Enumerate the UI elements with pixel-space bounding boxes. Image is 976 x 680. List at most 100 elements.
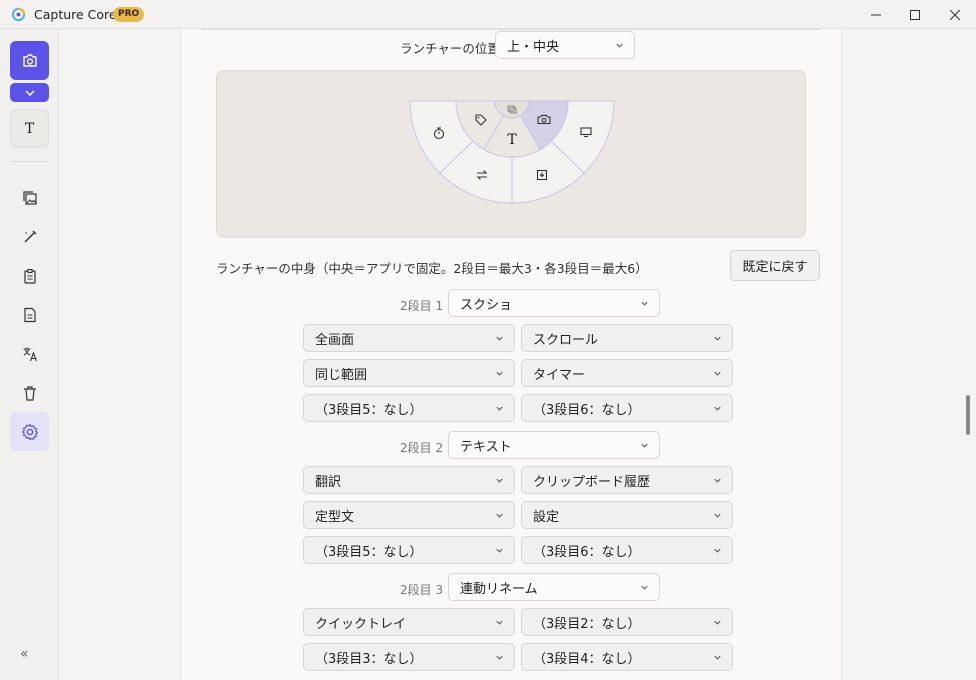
- group-1-sub-1-value: 全画面: [315, 332, 355, 348]
- minimize-button[interactable]: [856, 0, 896, 29]
- group-3-sub-2-value: （3段目2：なし）: [533, 616, 641, 632]
- scrollbar-thumb[interactable]: [966, 395, 970, 435]
- chevron-down-icon: [714, 336, 721, 341]
- maximize-icon: [910, 9, 920, 20]
- group-2-select[interactable]: テキスト: [448, 431, 660, 459]
- group-1-sub-3-select[interactable]: 同じ範囲: [303, 359, 515, 387]
- chevron-down-icon: [714, 655, 721, 660]
- group-1-sub-2-select[interactable]: スクロール: [521, 324, 733, 352]
- app-logo-icon: [11, 7, 26, 22]
- group-2-sub-5-select[interactable]: （3段目5：なし）: [303, 536, 515, 564]
- chevron-down-icon: [641, 585, 648, 590]
- group-1-select[interactable]: スクショ: [448, 289, 660, 317]
- group-2-sub-6-value: （3段目6：なし）: [533, 544, 641, 560]
- group-3-sub-2-select[interactable]: （3段目2：なし）: [521, 608, 733, 636]
- close-icon: [950, 9, 960, 20]
- chevron-down-icon: [641, 443, 648, 448]
- close-button[interactable]: [935, 0, 975, 29]
- group-3-sub-4-value: （3段目4：なし）: [533, 651, 641, 667]
- sidebar: T «: [0, 29, 59, 680]
- launcher-radial-diagram: T: [409, 100, 615, 204]
- group-1-sub-5-select[interactable]: （3段目5：なし）: [303, 394, 515, 422]
- minimize-icon: [871, 14, 881, 15]
- group-2-label: 2段目 2: [400, 441, 444, 455]
- chevron-down-icon: [24, 89, 35, 96]
- app-title: Capture Core: [34, 7, 117, 22]
- group-3-label: 2段目 3: [400, 583, 444, 597]
- gear-icon: [21, 423, 38, 440]
- group-1-sub-4-select[interactable]: タイマー: [521, 359, 733, 387]
- group-2-sub-3-select[interactable]: 定型文: [303, 501, 515, 529]
- group-1-value: スクショ: [460, 297, 513, 313]
- launcher-position-label: ランチャーの位置: [400, 41, 500, 56]
- sidebar-item-trash[interactable]: [10, 373, 49, 412]
- group-3-sub-3-value: （3段目3：なし）: [315, 651, 423, 667]
- camera-icon: [22, 53, 37, 67]
- chevron-down-icon: [496, 548, 503, 553]
- sidebar-collapse-button[interactable]: «: [20, 646, 29, 662]
- title-bar: Capture Core PRO: [0, 0, 976, 29]
- sidebar-item-edit[interactable]: [10, 217, 49, 256]
- group-1-sub-6-select[interactable]: （3段目6：なし）: [521, 394, 733, 422]
- chevron-down-icon: [496, 655, 503, 660]
- group-1-sub-5-value: （3段目5：なし）: [315, 402, 423, 418]
- section-divider: [202, 29, 820, 30]
- group-1-sub-1-select[interactable]: 全画面: [303, 324, 515, 352]
- capture-button[interactable]: [10, 41, 49, 80]
- group-1-sub-2-value: スクロール: [533, 332, 599, 348]
- sidebar-item-translate[interactable]: [10, 334, 49, 373]
- clipboard-icon: [23, 268, 36, 284]
- maximize-button[interactable]: [895, 0, 935, 29]
- group-3-select[interactable]: 連動リネーム: [448, 573, 660, 601]
- launcher-center-text: T: [507, 132, 517, 148]
- document-icon: [23, 307, 36, 322]
- chevron-down-icon: [496, 406, 503, 411]
- launcher-position-select[interactable]: 上・中央: [495, 31, 635, 59]
- group-1-label: 2段目 1: [400, 299, 444, 313]
- launcher-position-value: 上・中央: [507, 39, 560, 55]
- capture-dropdown-button[interactable]: [10, 83, 49, 102]
- chevron-down-icon: [714, 513, 721, 518]
- chevron-down-icon: [616, 43, 623, 48]
- chevron-down-icon: [496, 336, 503, 341]
- sidebar-item-document[interactable]: [10, 295, 49, 334]
- text-tool-button[interactable]: T: [10, 109, 49, 148]
- group-1-sub-4-value: タイマー: [533, 367, 586, 383]
- chevron-down-icon: [496, 478, 503, 483]
- group-1-sub-3-value: 同じ範囲: [315, 367, 368, 383]
- images-icon: [22, 190, 37, 205]
- group-2-sub-5-value: （3段目5：なし）: [315, 544, 423, 560]
- sidebar-item-images[interactable]: [10, 178, 49, 217]
- group-3-sub-1-select[interactable]: クイックトレイ: [303, 608, 515, 636]
- group-2-sub-1-value: 翻訳: [315, 474, 342, 490]
- group-3-sub-1-value: クイックトレイ: [315, 616, 407, 632]
- group-2-sub-6-select[interactable]: （3段目6：なし）: [521, 536, 733, 564]
- group-2-sub-2-select[interactable]: クリップボード履歴: [521, 466, 733, 494]
- reset-defaults-button[interactable]: 既定に戻す: [730, 250, 820, 281]
- sidebar-item-clipboard[interactable]: [10, 256, 49, 295]
- chevron-down-icon: [496, 513, 503, 518]
- chevron-down-icon: [496, 620, 503, 625]
- pro-badge: PRO: [113, 7, 145, 22]
- group-2-sub-4-value: 設定: [533, 509, 560, 525]
- chevron-down-icon: [714, 548, 721, 553]
- group-3-sub-3-select[interactable]: （3段目3：なし）: [303, 643, 515, 671]
- chevron-down-icon: [714, 620, 721, 625]
- sidebar-divider: [11, 161, 48, 162]
- group-3-sub-4-select[interactable]: （3段目4：なし）: [521, 643, 733, 671]
- chevron-down-icon: [714, 371, 721, 376]
- group-2-sub-3-value: 定型文: [315, 509, 355, 525]
- group-3-value: 連動リネーム: [460, 581, 538, 597]
- sidebar-item-settings[interactable]: [10, 412, 49, 451]
- launcher-contents-label: ランチャーの中身（中央＝アプリで固定。2段目＝最大3・各3段目＝最大6）: [216, 261, 648, 276]
- translate-icon: [23, 347, 37, 361]
- wand-icon: [24, 230, 36, 242]
- group-2-sub-4-select[interactable]: 設定: [521, 501, 733, 529]
- group-2-sub-1-select[interactable]: 翻訳: [303, 466, 515, 494]
- group-1-sub-6-value: （3段目6：なし）: [533, 402, 641, 418]
- launcher-preview: T: [216, 70, 806, 238]
- group-2-value: テキスト: [460, 439, 512, 455]
- chevron-down-icon: [496, 371, 503, 376]
- chevron-down-icon: [714, 478, 721, 483]
- chevron-down-icon: [641, 301, 648, 306]
